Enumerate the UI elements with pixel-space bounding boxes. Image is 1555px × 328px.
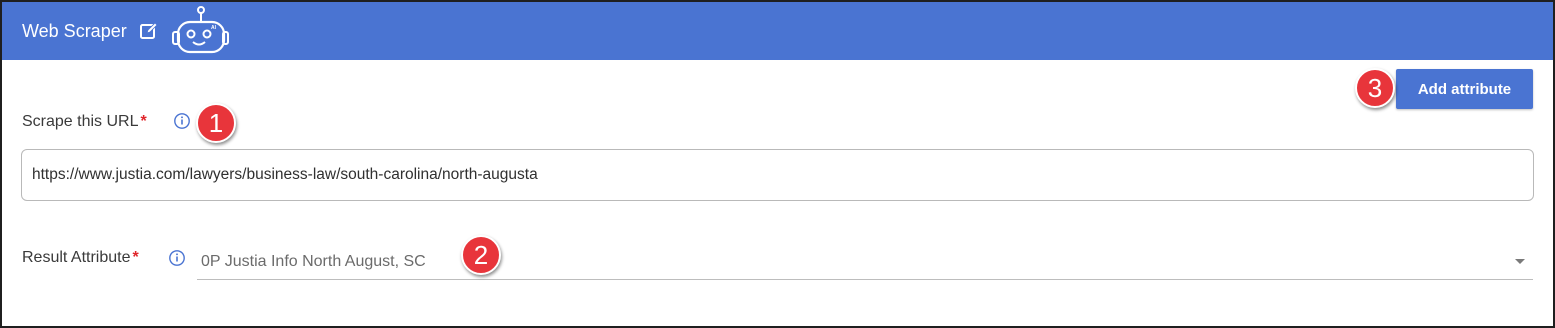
result-label-text: Result Attribute bbox=[22, 249, 131, 266]
result-attribute-value: 0P Justia Info North August, SC bbox=[201, 252, 426, 270]
url-label-text: Scrape this URL bbox=[22, 113, 139, 130]
edit-icon[interactable] bbox=[139, 21, 159, 41]
callout-badge-2: 2 bbox=[461, 235, 501, 275]
info-icon[interactable] bbox=[168, 249, 186, 267]
required-marker: * bbox=[132, 249, 139, 266]
url-input[interactable] bbox=[21, 149, 1534, 201]
svg-text:AI: AI bbox=[211, 25, 217, 31]
required-marker: * bbox=[140, 113, 147, 130]
callout-badge-3: 3 bbox=[1355, 68, 1395, 108]
url-field-label: Scrape this URL * bbox=[22, 113, 147, 131]
chevron-down-icon[interactable] bbox=[1515, 259, 1525, 264]
header-title: Web Scraper bbox=[22, 20, 127, 41]
add-attribute-button[interactable]: Add attribute bbox=[1396, 69, 1533, 109]
panel-header: Web Scraper AI bbox=[2, 2, 1553, 60]
result-attribute-select[interactable]: 0P Justia Info North August, SC bbox=[197, 244, 1533, 280]
robot-ai-icon: AI bbox=[165, 4, 229, 58]
result-field-label: Result Attribute * bbox=[22, 249, 139, 267]
callout-badge-1: 1 bbox=[196, 103, 236, 143]
info-icon[interactable] bbox=[173, 112, 191, 130]
